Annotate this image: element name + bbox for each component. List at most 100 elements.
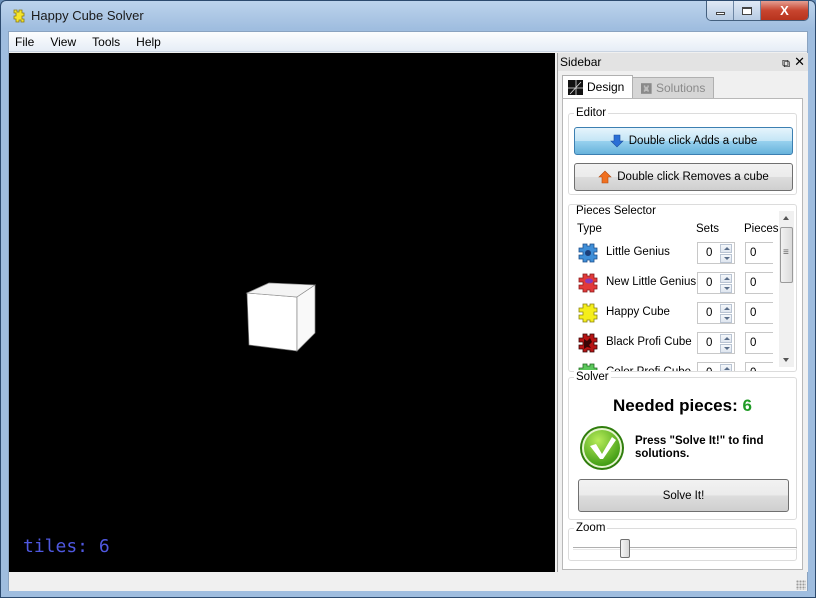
resize-grip-icon[interactable]	[796, 580, 806, 590]
pieces-scrollbar[interactable]	[779, 211, 794, 367]
sets-value: 0	[706, 367, 712, 371]
scroll-up-arrow-icon[interactable]	[783, 216, 789, 220]
little-genius-piece-icon	[578, 243, 598, 263]
pieces-field[interactable]: 0	[745, 362, 773, 371]
zoom-group-label: Zoom	[574, 521, 608, 535]
solve-it-label: Solve It!	[662, 489, 705, 502]
header-pieces: Pieces	[744, 223, 779, 235]
editor-group: Editor Double click Adds a cube Double c…	[568, 106, 797, 195]
needed-pieces: Needed pieces: 6	[569, 396, 796, 416]
minimize-button[interactable]	[707, 1, 734, 20]
checkmark-icon	[580, 426, 624, 470]
remove-cube-label: Double click Removes a cube	[617, 171, 769, 183]
pieces-field[interactable]: 0	[745, 242, 773, 264]
spin-up-button[interactable]	[720, 334, 732, 343]
arrow-up-icon	[598, 170, 612, 184]
solver-hint: Press "Solve It!" to find solutions.	[635, 435, 764, 460]
close-button[interactable]: X	[761, 1, 808, 20]
needed-pieces-label: Needed pieces:	[613, 396, 743, 415]
design-panel: Editor Double click Adds a cube Double c…	[562, 98, 803, 570]
pieces-field[interactable]: 0	[745, 332, 773, 354]
piece-name: Little Genius	[606, 246, 670, 258]
header-type: Type	[577, 223, 602, 235]
menu-file[interactable]: File	[9, 32, 40, 51]
sidebar-title-bar[interactable]: Sidebar ⧉ ✕	[558, 53, 808, 71]
pieces-field[interactable]: 0	[745, 272, 773, 294]
piece-row: New Little Genius 0 0	[569, 268, 789, 298]
solver-group: Solver Needed pieces: 6 Press "Solve It!…	[568, 370, 797, 520]
close-icon: X	[780, 3, 789, 18]
black-profi-cube-piece-icon	[578, 333, 598, 353]
sets-value: 0	[706, 307, 713, 319]
sets-spinbox[interactable]: 0	[697, 332, 735, 354]
spin-up-button[interactable]	[720, 274, 732, 283]
menu-bar: File View Tools Help	[9, 32, 807, 52]
tab-design[interactable]: Design	[562, 75, 634, 98]
tab-design-label: Design	[587, 80, 625, 94]
new-little-genius-piece-icon	[578, 273, 598, 293]
remove-cube-button[interactable]: Double click Removes a cube	[574, 163, 793, 191]
sets-spinbox[interactable]: 0	[697, 302, 735, 324]
design-grid-icon	[568, 79, 583, 95]
arrow-down-icon	[610, 134, 624, 148]
scroll-down-arrow-icon[interactable]	[783, 358, 789, 362]
tab-solutions[interactable]: Solutions	[632, 77, 715, 98]
sets-spinbox[interactable]: 0	[697, 242, 735, 264]
maximize-icon	[742, 6, 752, 15]
menu-help[interactable]: Help	[130, 32, 167, 51]
sets-value: 0	[706, 277, 713, 289]
pieces-selector-label: Pieces Selector	[574, 205, 658, 218]
spin-down-button[interactable]	[720, 314, 732, 323]
spin-up-button[interactable]	[720, 304, 732, 313]
pieces-field[interactable]: 0	[745, 302, 773, 324]
window-controls: X	[706, 1, 809, 21]
spin-down-button[interactable]	[720, 284, 732, 293]
zoom-slider-track[interactable]	[573, 547, 797, 550]
spin-up-button[interactable]	[720, 244, 732, 253]
sidebar-tabs: Design Solutions	[562, 75, 715, 98]
spin-down-button[interactable]	[720, 344, 732, 353]
puzzle-piece-icon	[641, 82, 652, 94]
needed-pieces-value: 6	[742, 396, 752, 415]
title-bar[interactable]: Happy Cube Solver X	[1, 1, 815, 31]
piece-name: Black Profi Cube	[606, 336, 692, 348]
piece-name: Happy Cube	[606, 306, 670, 318]
tab-solutions-label: Solutions	[655, 81, 706, 95]
menu-view[interactable]: View	[44, 32, 82, 51]
pieces-selector-group: Pieces Selector Type Sets Pieces Little …	[568, 204, 797, 372]
piece-row: Happy Cube 0 0	[569, 298, 789, 328]
cube-model[interactable]	[245, 281, 317, 353]
sidebar-title: Sidebar	[560, 55, 602, 69]
tiles-counter: tiles: 6	[23, 536, 110, 557]
minimize-icon	[715, 12, 725, 15]
menu-tools[interactable]: Tools	[86, 32, 126, 51]
spin-down-button[interactable]	[720, 254, 732, 263]
float-dock-icon[interactable]: ⧉	[782, 55, 790, 73]
app-window: Happy Cube Solver X File View Tools Help…	[0, 0, 816, 598]
add-cube-label: Double click Adds a cube	[628, 135, 758, 147]
sidebar-dock: Sidebar ⧉ ✕ Design Solutions Editor Doub…	[557, 53, 808, 572]
close-dock-icon[interactable]: ✕	[794, 53, 805, 71]
client-area: File View Tools Help tiles: 6 Sidebar ⧉ …	[8, 31, 808, 591]
app-puzzle-icon	[13, 9, 25, 23]
header-sets: Sets	[696, 223, 720, 235]
sets-value: 0	[706, 337, 713, 349]
3d-viewport[interactable]: tiles: 6	[9, 53, 555, 572]
window-title: Happy Cube Solver	[31, 8, 144, 23]
status-bar	[9, 572, 807, 591]
maximize-button[interactable]	[734, 1, 761, 20]
solver-group-label: Solver	[574, 370, 611, 384]
spin-up-button[interactable]	[720, 364, 732, 371]
add-cube-button[interactable]: Double click Adds a cube	[574, 127, 793, 155]
sets-spinbox[interactable]: 0	[697, 362, 735, 371]
sets-value: 0	[706, 247, 713, 259]
piece-name: Color Profi Cube	[606, 366, 692, 372]
solve-it-button[interactable]: Solve It!	[578, 479, 789, 512]
happy-cube-piece-icon	[578, 303, 598, 323]
sets-spinbox[interactable]: 0	[697, 272, 735, 294]
scroll-thumb[interactable]	[780, 227, 793, 283]
zoom-slider-handle[interactable]	[620, 539, 631, 558]
zoom-group: Zoom	[568, 521, 797, 561]
piece-name: New Little Genius	[606, 276, 697, 288]
piece-row: Little Genius 0 0	[569, 238, 789, 268]
